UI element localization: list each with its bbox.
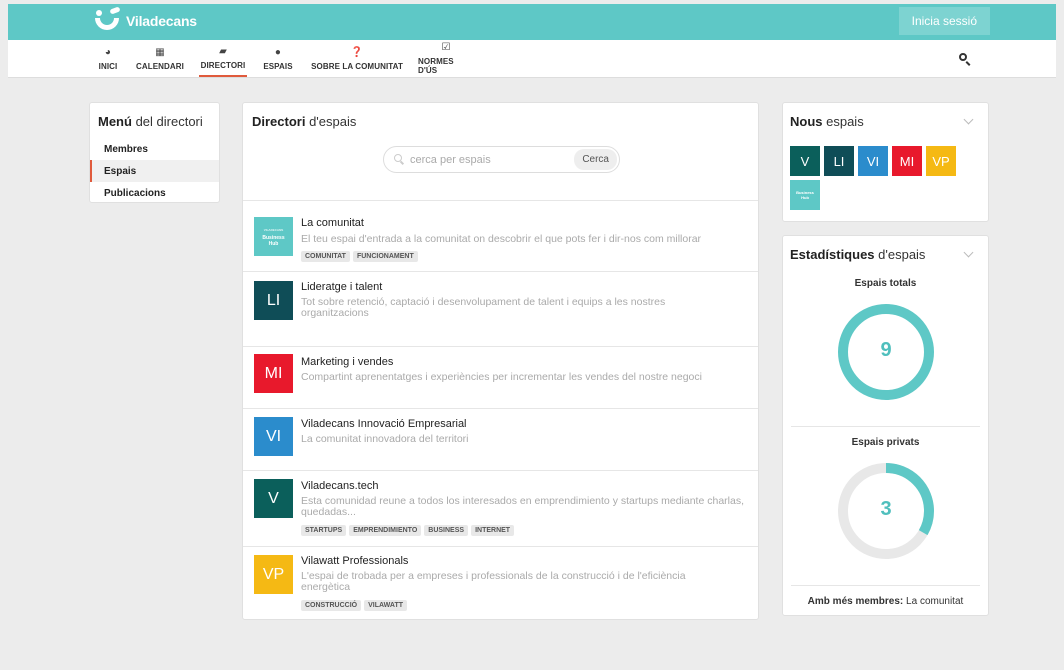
space-row[interactable]: V Viladecans.tech Esta comunidad reune a… (243, 470, 758, 546)
new-spaces-title: Nous espais (790, 114, 864, 129)
new-space-tile[interactable]: LI (824, 146, 854, 176)
new-space-tile[interactable]: VI (858, 146, 888, 176)
brand-logo[interactable]: Viladecans (94, 6, 197, 36)
nav-item-espais[interactable]: ● ESPAIS (263, 40, 293, 77)
new-space-tile[interactable]: V (790, 146, 820, 176)
space-avatar: V (254, 479, 293, 518)
space-description: Tot sobre retenció, captació i desenvolu… (301, 296, 666, 319)
search-icon[interactable] (958, 52, 972, 66)
nav-label: SOBRE LA COMUNITAT (311, 61, 403, 71)
search-input[interactable] (410, 153, 570, 166)
search-icon (394, 153, 406, 166)
compass-icon: ● (274, 46, 282, 58)
tag[interactable]: STARTUPS (301, 525, 347, 536)
space-description: L'espai de trobada per a empreses i prof… (301, 570, 686, 593)
space-description: Compartint aprenentatges i experiències … (301, 371, 702, 383)
brand-name: Viladecans (126, 13, 197, 29)
nav-label: INICI (98, 61, 118, 71)
space-name[interactable]: Lideratge i talent (301, 281, 382, 293)
space-name[interactable]: Viladecans Innovació Empresarial (301, 418, 467, 430)
space-tags: CONSTRUCCIÓ VILAWATT (301, 600, 407, 611)
tag[interactable]: BUSINESS (424, 525, 469, 536)
space-name[interactable]: Vilawatt Professionals (301, 555, 408, 567)
space-row[interactable]: MI Marketing i vendes Compartint aprenen… (243, 346, 758, 408)
divider (791, 585, 980, 586)
business-hub-logo: VILADECANS Business Hub (254, 217, 293, 256)
total-spaces-value: 9 (880, 339, 892, 361)
tag[interactable]: FUNCIONAMENT (352, 251, 418, 262)
space-row[interactable]: VP Vilawatt Professionals L'espai de tro… (243, 546, 758, 619)
nav-label: ESPAIS (263, 61, 293, 71)
nav-item-directori[interactable]: ▰ DIRECTORI (199, 40, 247, 77)
directory-title: Directori d'espais (252, 114, 357, 129)
space-avatar: LI (254, 281, 293, 320)
directory-menu: Menú del directori Membres Espais Public… (89, 102, 220, 203)
tag[interactable]: CONSTRUCCIÓ (301, 600, 362, 611)
space-row[interactable]: VI Viladecans Innovació Empresarial La c… (243, 408, 758, 470)
chevron-down-icon[interactable] (963, 114, 974, 125)
top-header: Viladecans Inicia sessió (8, 4, 1056, 40)
spaces-directory: Directori d'espais Cerca VILADECANS Busi… (242, 102, 759, 620)
space-stats-widget: Estadístiques d'espais Espais totals 9 E… (782, 235, 989, 616)
space-description: Esta comunidad reune a todos los interes… (301, 495, 744, 518)
checkbox-icon: ☑ (441, 42, 451, 53)
nav-label: NORMES D'ÚS (418, 57, 454, 75)
book-icon: ▰ (219, 45, 227, 57)
private-spaces-label: Espais privats (851, 437, 920, 448)
spaces-search: Cerca (383, 146, 620, 173)
stats-title: Estadístiques d'espais (790, 247, 926, 262)
nav-item-inici[interactable]: ◕ INICI (96, 40, 120, 77)
nav-item-calendari[interactable]: ▦ CALENDARI (136, 40, 185, 77)
nav-label: CALENDARI (136, 61, 185, 71)
question-icon: ❓ (350, 46, 364, 58)
space-description: El teu espai d'entrada a la comunitat on… (301, 233, 702, 245)
dashboard-icon: ◕ (104, 46, 112, 58)
total-spaces-ring: 9 (837, 303, 935, 401)
private-spaces-ring: 3 (837, 462, 935, 560)
private-spaces-value: 3 (880, 498, 892, 520)
nav-item-normes[interactable]: ☑ NORMES D'ÚS (418, 40, 474, 77)
tag[interactable]: COMUNITAT (301, 251, 350, 262)
space-avatar: MI (254, 354, 293, 393)
new-space-tile[interactable]: MI (892, 146, 922, 176)
menu-item-membres[interactable]: Membres (90, 138, 219, 160)
new-space-tile[interactable]: VP (926, 146, 956, 176)
main-nav: ◕ INICI ▦ CALENDARI ▰ DIRECTORI ● ESPAIS… (8, 40, 1056, 78)
login-button[interactable]: Inicia sessió (898, 7, 990, 35)
calendar-icon: ▦ (155, 46, 165, 58)
space-description: La comunitat innovadora del territori (301, 433, 469, 445)
tile-label: Business Hub (796, 190, 814, 200)
tag[interactable]: VILAWATT (364, 600, 407, 611)
menu-item-espais[interactable]: Espais (90, 160, 219, 182)
space-name[interactable]: Marketing i vendes (301, 356, 393, 368)
space-avatar: VP (254, 555, 293, 594)
space-tags: STARTUPS EMPRENDIMIENTO BUSINESS INTERNE… (301, 525, 515, 536)
most-members-stat: Amb més membres: La comunitat (807, 596, 964, 607)
space-name[interactable]: Viladecans.tech (301, 480, 378, 492)
space-name[interactable]: La comunitat (301, 217, 364, 229)
menu-item-publicacions[interactable]: Publicacions (90, 182, 219, 204)
space-tags: COMUNITAT FUNCIONAMENT (301, 251, 418, 262)
search-button[interactable]: Cerca (574, 149, 617, 170)
tag[interactable]: INTERNET (471, 525, 515, 536)
tag[interactable]: EMPRENDIMIENTO (349, 525, 422, 536)
divider (791, 426, 980, 427)
nav-label: DIRECTORI (200, 60, 246, 70)
chevron-down-icon[interactable] (963, 247, 974, 258)
menu-title: Menú del directori (98, 114, 203, 129)
space-avatar: VI (254, 417, 293, 456)
space-row[interactable]: LI Lideratge i talent Tot sobre retenció… (243, 271, 758, 346)
logo-smile-icon (94, 6, 122, 34)
space-row[interactable]: VILADECANS Business Hub La comunitat El … (243, 200, 758, 271)
new-spaces-widget: Nous espais V LI VI MI VP Business Hub (782, 102, 989, 222)
nav-item-sobre-la-comunitat[interactable]: ❓ SOBRE LA COMUNITAT (310, 40, 404, 77)
total-spaces-label: Espais totals (854, 278, 917, 289)
new-space-tile[interactable]: Business Hub (790, 180, 820, 210)
